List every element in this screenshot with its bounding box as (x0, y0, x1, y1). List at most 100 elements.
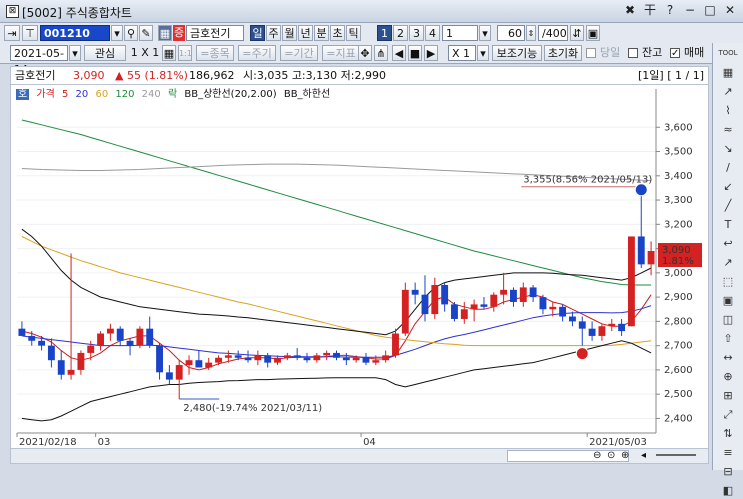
count-stepper[interactable]: ⇕ (526, 25, 536, 41)
multiplier-dropdown-icon[interactable]: ▾ (479, 25, 491, 41)
candle-body (244, 357, 252, 361)
sidebar-tool-10-icon[interactable]: ↩ (718, 235, 738, 252)
price-chart[interactable]: 3,6003,5003,4003,3003,2003,1003,0002,900… (11, 85, 708, 449)
count-input[interactable]: 60 (497, 25, 525, 41)
aux-function-button[interactable]: 보조기능 (492, 45, 542, 61)
ratio-dropdown-icon[interactable]: ▾ (477, 45, 489, 61)
sidebar-tool-13-icon[interactable]: ▣ (718, 292, 738, 309)
period-week[interactable]: 주 (266, 25, 281, 41)
compress-icon[interactable]: ⋔ (374, 45, 388, 61)
sidebar-tool-6-icon[interactable]: / (718, 159, 738, 176)
layout-grid-icon[interactable]: ▦ (162, 45, 176, 61)
period-year[interactable]: 년 (298, 25, 313, 41)
sidebar-tool-19-icon[interactable]: ⤢ (718, 406, 738, 423)
multiplier-2[interactable]: 2 (393, 25, 408, 41)
sidebar-tool-1-icon[interactable]: ▦ (718, 64, 738, 81)
trade-checkbox[interactable]: ✓ (670, 48, 680, 59)
chart-panel[interactable]: 3,6003,5003,4003,3003,2003,1003,0002,900… (10, 84, 709, 450)
pin-code-icon[interactable]: ⊤ (22, 25, 38, 41)
date-dropdown-icon[interactable]: ▾ (69, 45, 81, 61)
multiplier-1[interactable]: 1 (377, 25, 392, 41)
period-day[interactable]: 일 (250, 25, 265, 41)
prev-arrow-icon[interactable]: ⇥ (4, 25, 20, 41)
zoom-slider[interactable] (656, 454, 696, 456)
rewind-icon[interactable]: ◀ (392, 45, 406, 61)
sidebar-tool-14-icon[interactable]: ◫ (718, 311, 738, 328)
zoom-out-icon[interactable]: ⊖ (593, 449, 601, 462)
candle-body (106, 328, 114, 334)
search-icon[interactable]: ⚲ (124, 25, 138, 41)
candle-body (451, 304, 458, 319)
stock-code-input[interactable]: 001210 (40, 25, 110, 41)
legend-ma60: 60 (95, 89, 109, 100)
sidebar-tool-0-icon[interactable]: TOOL (718, 45, 738, 62)
sidebar-tool-8-icon[interactable]: ╱ (718, 197, 738, 214)
today-checkbox[interactable] (586, 48, 596, 58)
multiplier-4[interactable]: 4 (425, 25, 440, 41)
ratio-select[interactable]: X 1 (448, 45, 476, 61)
sidebar-tool-16-icon[interactable]: ↔ (718, 349, 738, 366)
candle-body (156, 345, 163, 373)
sidebar-tool-9-icon[interactable]: T (718, 216, 738, 233)
current-change-label: 1.81% (662, 256, 694, 267)
maximize-icon[interactable]: □ (703, 3, 717, 17)
pin-icon[interactable]: ✖ (623, 3, 637, 17)
date-field[interactable]: 2021-05-14 (10, 45, 68, 76)
candle-body (598, 326, 606, 336)
sidebar-tool-15-icon[interactable]: ⇧ (718, 330, 738, 347)
grid-icon[interactable]: ▦ (158, 25, 172, 41)
zoom-reset-icon[interactable]: ⊙ (607, 449, 615, 462)
y-tick-label: 2,600 (664, 365, 693, 376)
period-month[interactable]: 월 (282, 25, 297, 41)
candle-body (470, 304, 478, 310)
y-tick-label: 2,500 (664, 389, 693, 400)
stock-name-field[interactable]: 금호전기 (186, 25, 244, 41)
one-to-one-icon[interactable]: 1:1 (178, 45, 192, 61)
sidebar-tool-23-icon[interactable]: ◧ (718, 482, 738, 499)
candle-body (460, 309, 468, 319)
help-icon[interactable]: ? (663, 3, 677, 17)
period-tick[interactable]: 틱 (346, 25, 361, 41)
legend-ma240: 240 (141, 89, 161, 100)
today-label: 당일 (600, 46, 621, 59)
zoom-in-icon[interactable]: ⊕ (621, 449, 629, 462)
sidebar-tool-5-icon[interactable]: ↘ (718, 140, 738, 157)
candle-body (175, 365, 183, 380)
save-count-icon[interactable]: ⇵ (570, 25, 584, 41)
code-dropdown-icon[interactable]: ▾ (111, 25, 123, 41)
interest-button[interactable]: 관심 (84, 45, 126, 61)
sidebar-tool-21-icon[interactable]: ≡ (718, 444, 738, 461)
tile-icon[interactable]: 干 (643, 3, 657, 17)
sidebar-tool-2-icon[interactable]: ↗ (718, 83, 738, 100)
sidebar-tool-4-icon[interactable]: ≈ (718, 121, 738, 138)
legend-ma20: 20 (75, 89, 89, 100)
multiplier-select[interactable]: 1 (442, 25, 478, 41)
stop-icon[interactable]: ■ (408, 45, 422, 61)
scroll-left-icon[interactable]: ◂ (641, 449, 646, 462)
sidebar-tool-12-icon[interactable]: ⬚ (718, 273, 738, 290)
window-icon[interactable]: ⊠ (6, 5, 19, 18)
stock-compare-button[interactable]: =종목 (196, 45, 234, 61)
candle-body (578, 321, 586, 329)
sidebar-tool-20-icon[interactable]: ⇅ (718, 425, 738, 442)
disk-icon[interactable]: ▣ (586, 25, 600, 41)
play-icon[interactable]: ▶ (424, 45, 438, 61)
reset-button[interactable]: 초기화 (544, 45, 582, 61)
period-second[interactable]: 초 (330, 25, 345, 41)
sidebar-tool-18-icon[interactable]: ⊞ (718, 387, 738, 404)
sidebar-tool-3-icon[interactable]: ⌇ (718, 102, 738, 119)
sidebar-tool-17-icon[interactable]: ⊕ (718, 368, 738, 385)
settings-icon[interactable]: ✎ (139, 25, 153, 41)
period-compare-button[interactable]: =주기 (238, 45, 276, 61)
sidebar-tool-11-icon[interactable]: ↗ (718, 254, 738, 271)
balance-checkbox[interactable] (628, 48, 638, 58)
multiplier-3[interactable]: 3 (409, 25, 424, 41)
minimize-icon[interactable]: − (683, 3, 697, 17)
index-compare-button[interactable]: =지표 (322, 45, 360, 61)
term-compare-button[interactable]: =기간 (280, 45, 318, 61)
move-icon[interactable]: ✥ (358, 45, 372, 61)
sidebar-tool-7-icon[interactable]: ↙ (718, 178, 738, 195)
close-icon[interactable]: ✕ (723, 3, 737, 17)
period-minute[interactable]: 분 (314, 25, 329, 41)
sidebar-tool-22-icon[interactable]: ⊟ (718, 463, 738, 480)
